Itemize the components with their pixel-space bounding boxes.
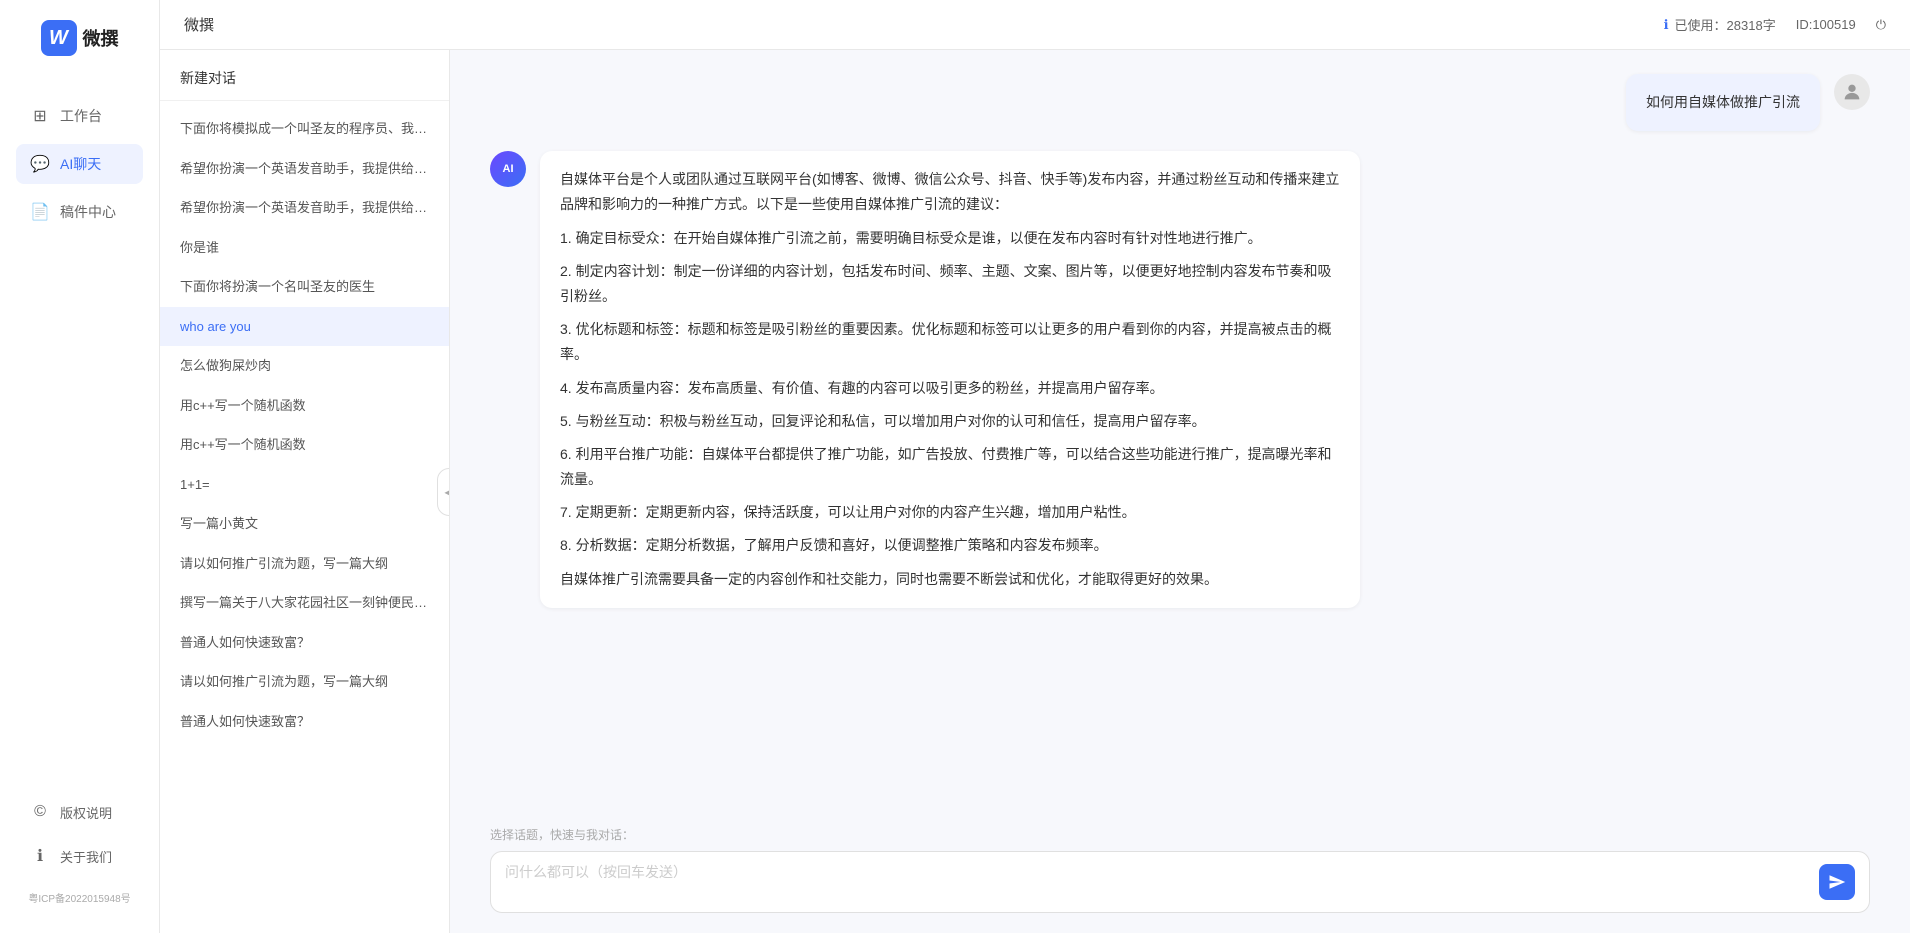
history-item[interactable]: 1+1= xyxy=(160,465,449,505)
top-bar-title: 微撰 xyxy=(184,14,214,35)
ai-text-7: 7. 定期更新：定期更新内容，保持活跃度，可以让用户对你的内容产生兴趣，增加用户… xyxy=(560,500,1340,525)
ai-text-1: 1. 确定目标受众：在开始自媒体推广引流之前，需要明确目标受众是谁，以便在发布内… xyxy=(560,226,1340,251)
chat-input[interactable] xyxy=(505,862,1809,902)
history-item[interactable]: 请以如何推广引流为题，写一篇大纲 xyxy=(160,662,449,702)
copyright-item[interactable]: © 版权说明 xyxy=(16,794,143,830)
nav-items: ⊞ 工作台 💬 AI聊天 📄 稿件中心 xyxy=(0,96,159,794)
workspace-label: 工作台 xyxy=(60,106,102,126)
history-item[interactable]: 下面你将模拟成一个叫圣友的程序员、我说... xyxy=(160,109,449,149)
usage-display: ℹ 已使用：28318字 xyxy=(1664,15,1776,34)
ai-text-8: 8. 分析数据：定期分析数据，了解用户反馈和喜好，以便调整推广策略和内容发布频率… xyxy=(560,533,1340,558)
history-item[interactable]: 下面你将扮演一个名叫圣友的医生 xyxy=(160,267,449,307)
sidebar-item-workspace[interactable]: ⊞ 工作台 xyxy=(16,96,143,136)
left-navigation: W 微撰 ⊞ 工作台 💬 AI聊天 📄 稿件中心 © 版权说明 ℹ 关于我们 粤… xyxy=(0,0,160,933)
workspace-icon: ⊞ xyxy=(30,106,50,126)
app-title: 微撰 xyxy=(83,25,119,51)
history-item-active[interactable]: who are you xyxy=(160,307,449,347)
history-item[interactable]: 普通人如何快速致富？ xyxy=(160,623,449,663)
user-message-row: 如何用自媒体做推广引流 xyxy=(490,74,1870,131)
ai-text-5: 5. 与粉丝互动：积极与粉丝互动，回复评论和私信，可以增加用户对你的认可和信任，… xyxy=(560,409,1340,434)
ai-text-4: 4. 发布高质量内容：发布高质量、有价值、有趣的内容可以吸引更多的粉丝，并提高用… xyxy=(560,376,1340,401)
user-message-text: 如何用自媒体做推广引流 xyxy=(1646,94,1800,110)
ai-text-intro: 自媒体平台是个人或团队通过互联网平台(如博客、微博、微信公众号、抖音、快手等)发… xyxy=(560,167,1340,217)
top-bar: 微撰 ℹ 已使用：28318字 ID:100519 ⏻ xyxy=(160,0,1910,50)
ai-message-bubble: 自媒体平台是个人或团队通过互联网平台(如博客、微博、微信公众号、抖音、快手等)发… xyxy=(540,151,1360,608)
history-item[interactable]: 撰写一篇关于八大家花园社区一刻钟便民生... xyxy=(160,583,449,623)
top-bar-right: ℹ 已使用：28318字 ID:100519 ⏻ xyxy=(1664,15,1886,34)
copyright-icon: © xyxy=(30,802,50,822)
ai-text-6: 6. 利用平台推广功能：自媒体平台都提供了推广功能，如广告投放、付费推广等，可以… xyxy=(560,442,1340,492)
ai-text-3: 3. 优化标题和标签：标题和标签是吸引粉丝的重要因素。优化标题和标签可以让更多的… xyxy=(560,317,1340,367)
collapse-sidebar-button[interactable]: ◀ xyxy=(437,468,450,516)
icp-text: 粤ICP备2022015948号 xyxy=(16,882,143,913)
user-avatar xyxy=(1834,74,1870,110)
history-item[interactable]: 写一篇小黄文 xyxy=(160,504,449,544)
history-list: 下面你将模拟成一个叫圣友的程序员、我说... 希望你扮演一个英语发音助手，我提供… xyxy=(160,101,449,933)
drafts-label: 稿件中心 xyxy=(60,202,116,222)
user-id: ID:100519 xyxy=(1796,17,1856,32)
send-icon xyxy=(1828,873,1846,891)
logo-icon: W xyxy=(41,20,77,56)
input-box-wrapper xyxy=(490,851,1870,913)
sidebar-item-drafts[interactable]: 📄 稿件中心 xyxy=(16,192,143,232)
history-item[interactable]: 用c++写一个随机函数 xyxy=(160,386,449,426)
chat-input-area: 选择话题，快速与我对话： xyxy=(450,814,1910,933)
history-item[interactable]: 希望你扮演一个英语发音助手，我提供给你... xyxy=(160,149,449,189)
chat-area: 如何用自媒体做推广引流 AI 自媒体平台是个人或团队通过互联网平台(如博客、微博… xyxy=(450,50,1910,933)
user-message-bubble: 如何用自媒体做推广引流 xyxy=(1626,74,1820,131)
ai-message-row: AI 自媒体平台是个人或团队通过互联网平台(如博客、微博、微信公众号、抖音、快手… xyxy=(490,151,1870,608)
about-icon: ℹ xyxy=(30,846,50,866)
about-label: 关于我们 xyxy=(60,847,112,866)
history-item[interactable]: 你是谁 xyxy=(160,228,449,268)
usage-label: 已使用：28318字 xyxy=(1675,15,1776,34)
chat-icon: 💬 xyxy=(30,154,50,174)
history-item[interactable]: 怎么做狗屎炒肉 xyxy=(160,346,449,386)
ai-avatar: AI xyxy=(490,151,526,187)
about-item[interactable]: ℹ 关于我们 xyxy=(16,838,143,874)
content-area: 新建对话 下面你将模拟成一个叫圣友的程序员、我说... 希望你扮演一个英语发音助… xyxy=(160,50,1910,933)
chat-messages: 如何用自媒体做推广引流 AI 自媒体平台是个人或团队通过互联网平台(如博客、微博… xyxy=(450,50,1910,814)
send-button[interactable] xyxy=(1819,864,1855,900)
history-sidebar: 新建对话 下面你将模拟成一个叫圣友的程序员、我说... 希望你扮演一个英语发音助… xyxy=(160,50,450,933)
drafts-icon: 📄 xyxy=(30,202,50,222)
quick-topics-label: 选择话题，快速与我对话： xyxy=(490,826,1870,843)
logout-button[interactable]: ⏻ xyxy=(1876,17,1886,33)
new-chat-header[interactable]: 新建对话 xyxy=(160,50,449,101)
history-item[interactable]: 用c++写一个随机函数 xyxy=(160,425,449,465)
info-icon: ℹ xyxy=(1664,17,1669,33)
history-item[interactable]: 希望你扮演一个英语发音助手，我提供给你... xyxy=(160,188,449,228)
history-item[interactable]: 普通人如何快速致富？ xyxy=(160,702,449,742)
copyright-label: 版权说明 xyxy=(60,803,112,822)
ai-text-conclusion: 自媒体推广引流需要具备一定的内容创作和社交能力，同时也需要不断尝试和优化，才能取… xyxy=(560,567,1340,592)
ai-chat-label: AI聊天 xyxy=(60,154,101,174)
sidebar-item-ai-chat[interactable]: 💬 AI聊天 xyxy=(16,144,143,184)
main-area: 微撰 ℹ 已使用：28318字 ID:100519 ⏻ 新建对话 下面你将模拟成… xyxy=(160,0,1910,933)
logo-area: W 微撰 xyxy=(41,20,119,56)
history-item[interactable]: 请以如何推广引流为题，写一篇大纲 xyxy=(160,544,449,584)
nav-footer: © 版权说明 ℹ 关于我们 粤ICP备2022015948号 xyxy=(0,794,159,913)
ai-text-2: 2. 制定内容计划：制定一份详细的内容计划，包括发布时间、频率、主题、文案、图片… xyxy=(560,259,1340,309)
